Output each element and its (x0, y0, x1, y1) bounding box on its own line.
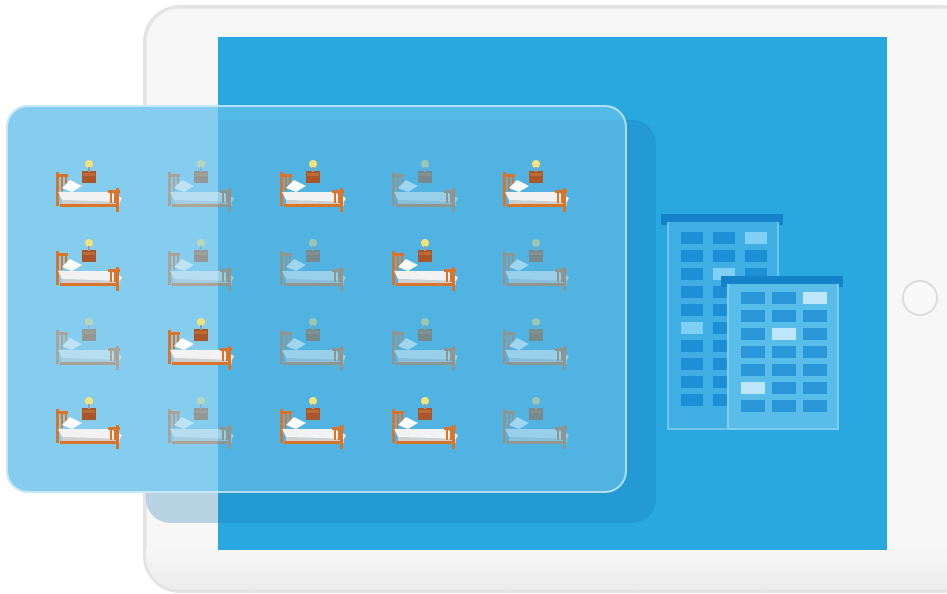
bed-icon (52, 316, 124, 376)
bed-icon (276, 237, 348, 297)
bed-icon (499, 395, 571, 455)
bed-icon (499, 158, 571, 218)
bed-icon (164, 158, 236, 218)
bed-icon (164, 237, 236, 297)
bed-icon (499, 316, 571, 376)
bed-icon (52, 395, 124, 455)
bed-icon (388, 237, 460, 297)
illustration-stage (0, 0, 947, 594)
bed-icon (388, 316, 460, 376)
bed-icon (276, 316, 348, 376)
beds-grid (0, 0, 947, 594)
bed-icon (52, 158, 124, 218)
bed-icon (388, 158, 460, 218)
bed-icon (52, 237, 124, 297)
bed-icon (499, 237, 571, 297)
bed-icon (164, 316, 236, 376)
bed-icon (276, 395, 348, 455)
bed-icon (388, 395, 460, 455)
bed-icon (276, 158, 348, 218)
bed-icon (164, 395, 236, 455)
